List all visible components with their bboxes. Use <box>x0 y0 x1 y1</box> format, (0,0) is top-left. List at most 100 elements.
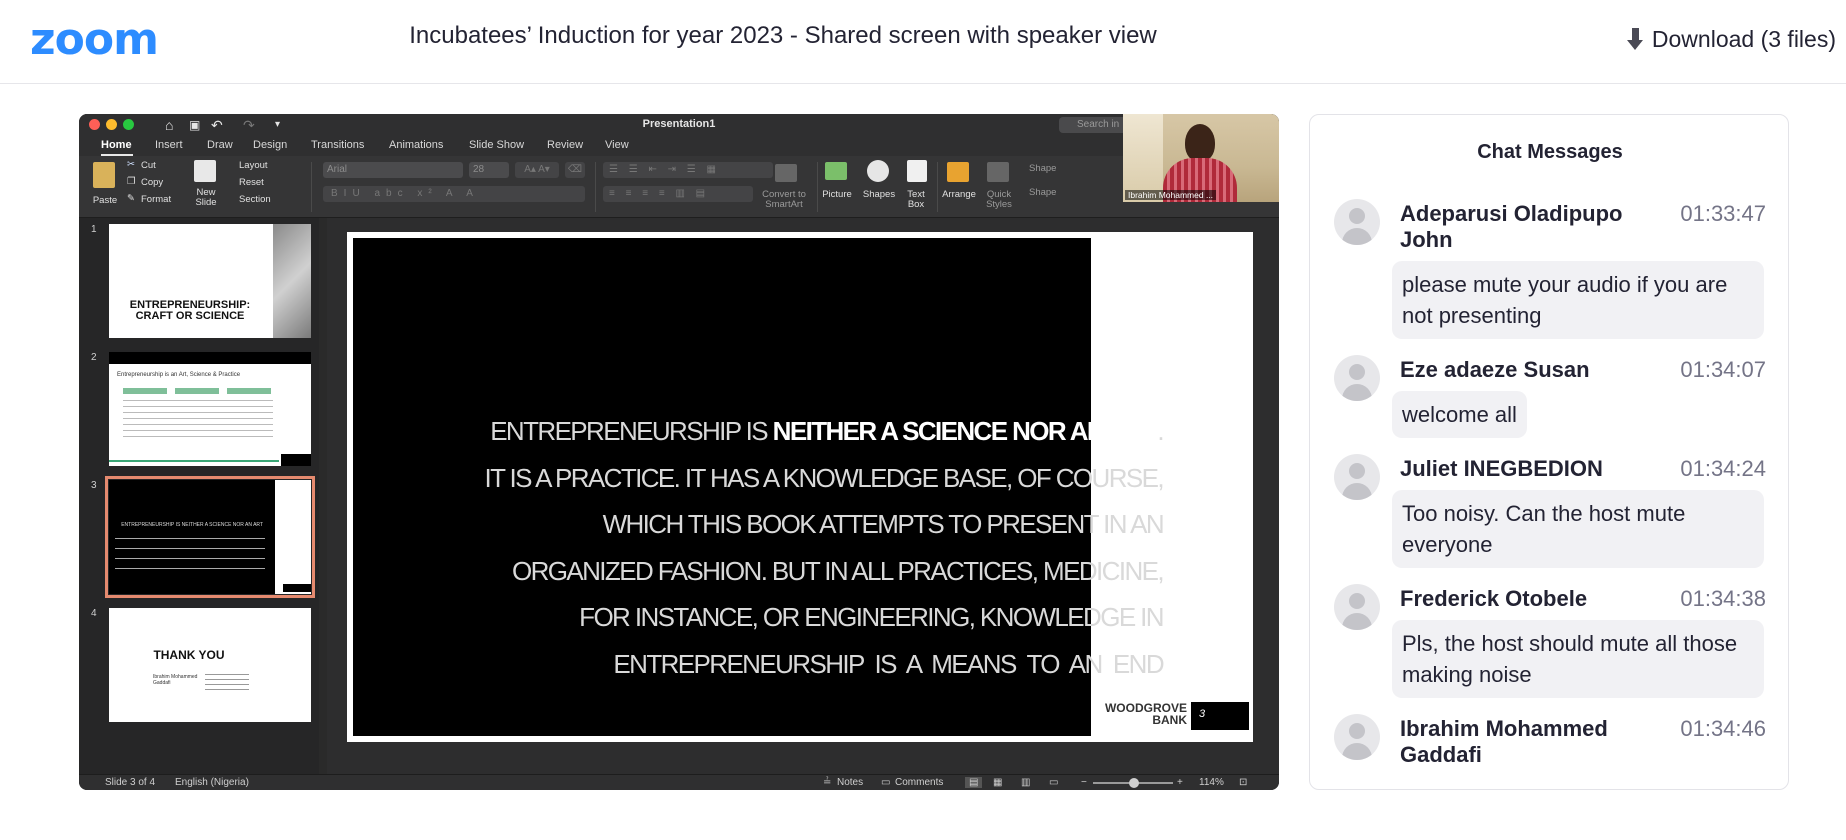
tab-animations: Animations <box>389 139 444 151</box>
slide-2-column-header <box>175 388 219 394</box>
section-label: Section <box>239 194 271 205</box>
quick-styles-label: Quick Styles <box>986 189 1012 210</box>
slide-text-line-6: ENTREPRENEURSHIP IS A MEANS TO AN END <box>613 648 1164 679</box>
speaker-name: Ibrahim Mohammed ... <box>1125 190 1217 200</box>
notes-icon: ≟ <box>823 777 832 788</box>
slide-3-text-lines <box>115 534 265 578</box>
notes-button: Notes <box>837 777 864 788</box>
slide-4-contact-lines <box>205 674 249 692</box>
reading-view-icon: ▥ <box>1021 777 1031 788</box>
chat-message-list[interactable]: Adeparusi Oladipupo John 01:33:47 please… <box>1310 183 1788 763</box>
top-header: zoom Incubatees’ Induction for year 2023… <box>0 0 1846 84</box>
ribbon-divider <box>937 162 938 212</box>
format-label: Format <box>141 194 172 205</box>
comments-button: Comments <box>895 777 944 788</box>
slide-thumbnail-4[interactable]: THANK YOU Ibrahim Mohammed Gaddafi <box>109 608 311 722</box>
arrange-label: Arrange <box>942 189 976 200</box>
tab-insert: Insert <box>155 139 183 151</box>
fit-to-window-icon: ⊡ <box>1239 777 1248 788</box>
message-bubble: welcome all <box>1392 391 1527 438</box>
text-format-buttons: BIU abc x² A A <box>323 186 585 202</box>
zoom-in-icon: + <box>1177 777 1183 788</box>
ribbon-home: Paste ✂ Cut ❐ Copy ✎ Format New Slide La… <box>79 156 1279 218</box>
message-header: Frederick Otobele 01:34:38 <box>1400 586 1766 612</box>
slide-number: 1 <box>91 224 97 235</box>
woodgrove-bank-logo: WOODGROVE BANK <box>1097 702 1187 726</box>
slide-1-title: ENTREPRENEURSHIP: CRAFT OR SCIENCE <box>129 299 251 322</box>
chat-message: Adeparusi Oladipupo John 01:33:47 please… <box>1310 183 1788 339</box>
slide-editing-canvas: ENTREPRENEURSHIP IS NEITHER A SCIENCE NO… <box>327 218 1279 774</box>
copy-icon: ❐ <box>127 176 136 187</box>
speaker-head <box>1185 124 1215 162</box>
new-slide-icon <box>194 160 216 182</box>
picture-icon <box>825 162 847 180</box>
slide-4-presenter: Ibrahim Mohammed Gaddafi <box>153 674 198 686</box>
cut-label: Cut <box>141 160 156 171</box>
chat-message: Frederick Otobele 01:34:38 Pls, the host… <box>1310 568 1788 698</box>
smartart-icon <box>775 164 797 182</box>
brand-line-2: BANK <box>1152 713 1187 727</box>
current-slide[interactable]: ENTREPRENEURSHIP IS NEITHER A SCIENCE NO… <box>347 232 1253 742</box>
avatar-icon <box>1334 584 1380 630</box>
slideshow-view-icon: ▭ <box>1049 777 1059 788</box>
slide-thumbnail-2[interactable]: Entrepreneurship is an Art, Science & Pr… <box>109 352 311 466</box>
shape-outline-label: Shape <box>1029 187 1057 198</box>
slide-3-page-block <box>283 584 311 592</box>
tab-slide-show: Slide Show <box>469 139 525 151</box>
shapes-icon <box>867 160 889 182</box>
slide-text-emphasis: NEITHER A SCIENCE NOR AN ART <box>772 416 1159 446</box>
ppt-status-bar: Slide 3 of 4 English (Nigeria) ≟ Notes ▭… <box>79 774 1279 790</box>
new-slide-label: New Slide <box>195 187 217 208</box>
message-bubble: Too noisy. Can the host mute everyone <box>1392 490 1764 568</box>
download-label: Download (3 files) <box>1651 26 1836 52</box>
recording-title: Incubatees’ Induction for year 2023 - Sh… <box>409 22 1157 49</box>
convert-smartart-label: Convert to SmartArt <box>762 189 806 210</box>
tab-home: Home <box>101 139 132 151</box>
download-button[interactable]: Download (3 files) <box>1626 26 1836 53</box>
sender-name: Frederick Otobele <box>1400 586 1588 611</box>
cut-icon: ✂ <box>127 159 135 170</box>
arrange-icon <box>947 162 969 182</box>
clear-format-icon: ⌫ <box>565 162 585 178</box>
tab-transitions: Transitions <box>311 139 365 151</box>
format-painter-icon: ✎ <box>127 193 135 204</box>
slide-2-column-header <box>123 388 167 394</box>
slide-1-image <box>273 224 311 338</box>
ribbon-divider <box>595 162 596 212</box>
quick-styles-icon <box>987 162 1009 182</box>
message-header: Adeparusi Oladipupo John 01:33:47 <box>1400 201 1766 253</box>
zoom-out-icon: − <box>1081 777 1087 788</box>
window-titlebar: ⌂ ▣ ↶ ↷ ▾ Presentation1 Search in <box>79 114 1279 136</box>
shared-screen-video[interactable]: ⌂ ▣ ↶ ↷ ▾ Presentation1 Search in Home I… <box>79 114 1279 790</box>
slide-text-line-5: FOR INSTANCE, OR ENGINEERING, KNOWLEDGE … <box>579 602 1164 632</box>
chat-message: Juliet INEGBEDION 01:34:24 Too noisy. Ca… <box>1310 438 1788 568</box>
reset-label: Reset <box>239 177 264 188</box>
picture-label: Picture <box>822 189 852 200</box>
message-time: 01:34:46 <box>1680 716 1766 741</box>
font-size-buttons: A▴ A▾ <box>515 162 559 178</box>
slide-4-title: THANK YOU <box>153 648 225 662</box>
slide-2-footer-block <box>281 454 311 466</box>
speaker-video-thumbnail[interactable]: Ibrahim Mohammed ... <box>1123 114 1279 202</box>
chat-title: Chat Messages <box>1477 141 1623 163</box>
slide-text-line-3: WHICH THIS BOOK ATTEMPTS TO PRESENT IN A… <box>602 509 1165 539</box>
copy-label: Copy <box>141 177 164 188</box>
zoom-slider-knob <box>1129 778 1139 788</box>
ribbon-tabs: Home Insert Draw Design Transitions Anim… <box>79 136 1279 156</box>
slide-thumbnail-panel: 1 ENTREPRENEURSHIP: CRAFT OR SCIENCE 2 E… <box>79 218 319 774</box>
slide-thumbnail-1[interactable]: ENTREPRENEURSHIP: CRAFT OR SCIENCE <box>109 224 311 338</box>
zoom-level: 114% <box>1199 777 1224 788</box>
slide-2-body-lines <box>123 400 273 440</box>
shape-fill-label: Shape <box>1029 163 1057 174</box>
slide-counter: Slide 3 of 4 <box>105 777 156 788</box>
list-buttons: ☰ ☰ ⇤ ⇥ ☰ ▦ <box>603 162 773 178</box>
download-icon <box>1626 27 1644 52</box>
comments-icon: ▭ <box>881 777 891 788</box>
slide-thumbnail-3[interactable]: ENTREPRENEURSHIP IS NEITHER A SCIENCE NO… <box>105 476 315 598</box>
slide-2-footer-line <box>109 460 279 462</box>
text-box-icon <box>907 160 927 182</box>
ppt-search-field: Search in <box>1059 117 1129 133</box>
text-box-label: Text Box <box>907 189 925 210</box>
sender-name: Adeparusi Oladipupo John <box>1400 201 1623 252</box>
slide-text-line-1: ENTREPRENEURSHIP IS NEITHER A SCIENCE NO… <box>473 408 1164 455</box>
